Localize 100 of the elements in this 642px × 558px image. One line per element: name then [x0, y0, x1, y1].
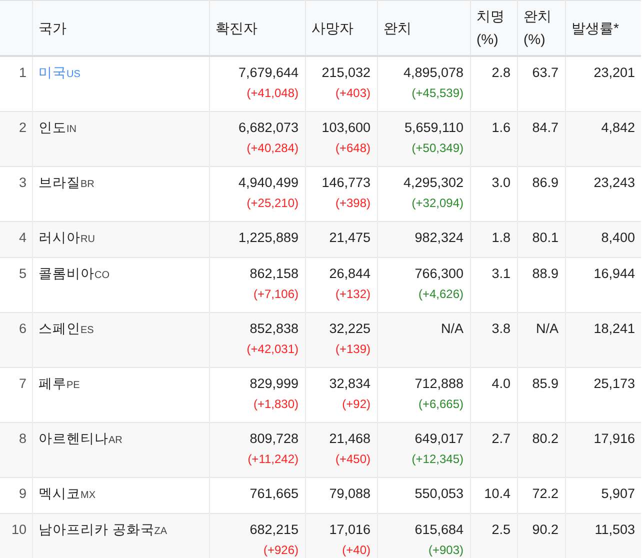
cell-value: 1.8 — [490, 229, 510, 247]
cell-value: 80.1 — [531, 229, 558, 247]
country-code: IN — [66, 124, 76, 135]
cell-value: 25,173 — [592, 375, 635, 393]
cell-value: 2.5 — [490, 521, 510, 539]
country-code: PE — [66, 380, 80, 391]
rank-number: 6 — [18, 321, 26, 336]
country-name[interactable]: 콜롬비아 — [38, 266, 94, 281]
cell-value: 26,844 — [328, 265, 370, 283]
cell-value: 766,300 — [414, 265, 464, 283]
country-name[interactable]: 러시아 — [38, 230, 80, 245]
cell-value: 3.8 — [490, 320, 510, 338]
cell-value: 80.2 — [531, 430, 558, 448]
cell-value: 3.0 — [490, 174, 510, 192]
cell-value: 90.2 — [531, 521, 558, 539]
cell-value: 4,895,078 — [402, 64, 464, 82]
country-code: ES — [80, 325, 94, 336]
rank-number: 7 — [18, 376, 26, 391]
cell-value: 146,773 — [320, 174, 370, 192]
cell-value: 4,940,499 — [237, 174, 298, 192]
cell-value: 550,053 — [414, 485, 464, 503]
cell-value: 862,158 — [248, 265, 298, 283]
change-value: (+45,539) — [410, 85, 464, 102]
cell-value: 8,400 — [600, 229, 635, 247]
change-value: (+42,031) — [246, 341, 298, 358]
country-code: US — [66, 69, 80, 80]
cell-value: 17,916 — [592, 430, 635, 448]
country-code: CO — [94, 270, 110, 281]
country-code: ZA — [154, 526, 168, 537]
change-value: (+92) — [341, 396, 370, 413]
change-value: (+25,210) — [246, 195, 298, 212]
change-value: (+926) — [262, 542, 298, 558]
cell-value: 761,665 — [248, 485, 298, 503]
cell-value: 7,679,644 — [237, 64, 298, 82]
country-name[interactable]: 멕시코 — [38, 486, 80, 501]
cell-value: N/A — [534, 320, 558, 338]
cell-value: 852,838 — [248, 320, 298, 338]
cell-value: 1,225,889 — [237, 229, 298, 247]
change-value: (+903) — [427, 542, 464, 558]
cell-value: 215,032 — [320, 64, 370, 82]
cell-value: 5,659,110 — [403, 119, 464, 137]
cell-value: 3.1 — [490, 265, 510, 283]
country-name[interactable]: 브라질 — [38, 175, 80, 190]
country-name[interactable]: 페루 — [38, 376, 66, 391]
cell-value: 809,728 — [248, 430, 298, 448]
cell-value: 2.8 — [490, 64, 510, 82]
rank-number: 2 — [18, 120, 26, 135]
column-header: 발생률* — [565, 0, 641, 56]
change-value: (+7,106) — [252, 286, 298, 303]
cell-value: 11,503 — [594, 521, 635, 539]
country-code: BR — [80, 179, 94, 190]
cell-value: 4.0 — [490, 375, 510, 393]
cell-value: 17,016 — [328, 521, 370, 539]
rank-number: 10 — [11, 522, 26, 537]
country-code: AR — [108, 435, 122, 446]
rank-number: 8 — [18, 431, 26, 446]
cell-value: 4,295,302 — [402, 174, 464, 192]
cell-value: 16,944 — [592, 265, 635, 283]
cell-value: N/A — [440, 320, 464, 338]
rank-number: 3 — [18, 175, 26, 190]
cell-value: 86.9 — [531, 174, 558, 192]
cell-value: 21,468 — [328, 430, 370, 448]
cell-value: 88.9 — [531, 265, 558, 283]
column-header: 완치 — [377, 0, 470, 56]
change-value: (+398) — [334, 195, 370, 212]
cell-value: 712,888 — [414, 375, 464, 393]
rank-number: 1 — [18, 65, 26, 80]
cell-value: 682,215 — [248, 521, 298, 539]
column-header: 확진자 — [209, 0, 305, 56]
country-name[interactable]: 인도 — [38, 120, 66, 135]
cell-value: 72.2 — [531, 485, 558, 503]
column-header: 완치 (%) — [517, 0, 565, 56]
cell-value: 2.7 — [490, 430, 510, 448]
change-value: (+40) — [341, 542, 370, 558]
country-code: RU — [80, 234, 95, 245]
country-name[interactable]: 스페인 — [38, 321, 80, 336]
column-header: 치명 (%) — [470, 0, 517, 56]
cell-value: 23,243 — [592, 174, 635, 192]
column-header: 사망자 — [305, 0, 377, 56]
cell-value: 10.4 — [483, 485, 510, 503]
country-name[interactable]: 남아프리카 공화국 — [38, 522, 154, 537]
cell-value: 32,225 — [328, 320, 370, 338]
change-value: (+139) — [334, 341, 370, 358]
cell-value: 32,834 — [328, 375, 370, 393]
cell-value: 4,842 — [600, 119, 635, 137]
change-value: (+1,830) — [252, 396, 298, 413]
cell-value: 63.7 — [531, 64, 558, 82]
column-header: 국가 — [32, 0, 209, 56]
change-value: (+4,626) — [417, 286, 464, 303]
change-value: (+41,048) — [246, 85, 298, 102]
change-value: (+648) — [334, 140, 370, 157]
cell-value: 6,682,073 — [237, 119, 298, 137]
country-name[interactable]: 아르헨티나 — [38, 431, 108, 446]
change-value: (+32,094) — [410, 195, 464, 212]
change-value: (+12,345) — [410, 451, 464, 468]
cell-value: 615,684 — [414, 521, 464, 539]
cell-value: 79,088 — [328, 485, 370, 503]
cell-value: 982,324 — [414, 229, 464, 247]
change-value: (+450) — [334, 451, 370, 468]
change-value: (+11,242) — [246, 451, 298, 468]
